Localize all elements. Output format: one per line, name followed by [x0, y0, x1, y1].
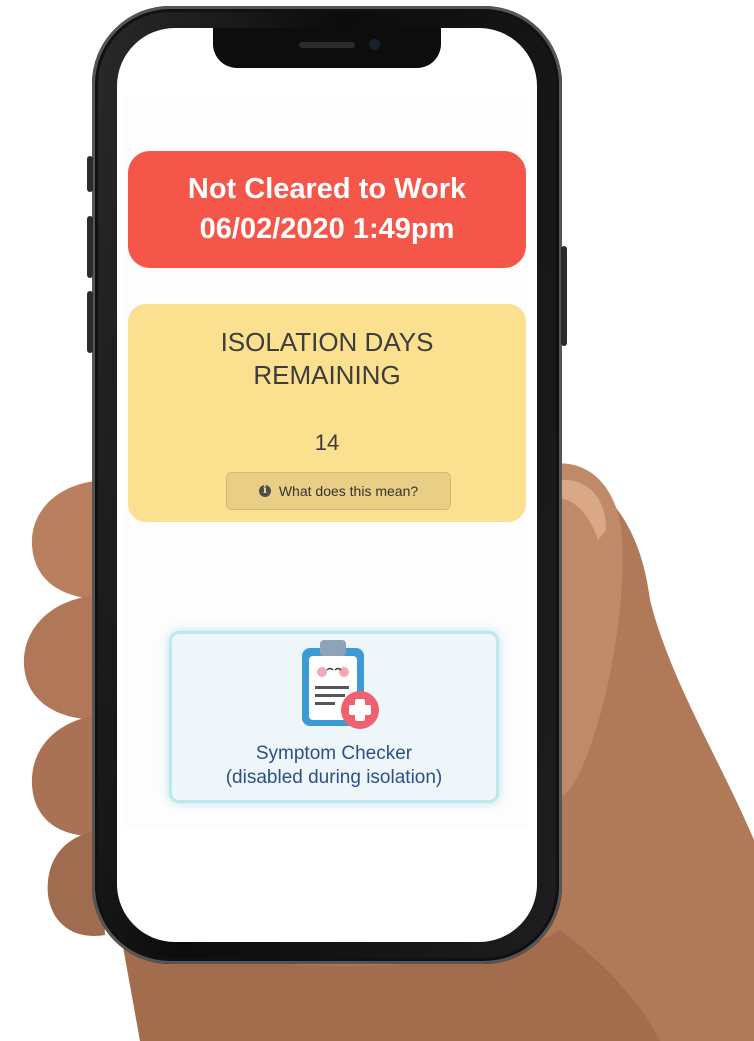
- isolation-days-count: 14: [314, 430, 340, 455]
- work-status-timestamp: 06/02/2020 1:49pm: [199, 213, 455, 245]
- work-status-banner: Not Cleared to Work 06/02/2020 1:49pm: [128, 151, 526, 268]
- isolation-days-card: ISOLATION DAYS REMAINING 14 i What does …: [128, 304, 526, 522]
- front-camera: [369, 39, 380, 50]
- symptom-checker-subtitle: (disabled during isolation): [225, 767, 443, 788]
- info-circle-icon: i: [258, 485, 271, 497]
- mute-switch: [87, 156, 93, 192]
- phone-screen: Not Cleared to Work 06/02/2020 1:49pm IS…: [117, 28, 537, 942]
- isolation-title-line1: ISOLATION DAYS: [220, 327, 434, 357]
- what-does-this-mean-button[interactable]: i What does this mean?: [226, 472, 451, 510]
- speaker-grille: [299, 42, 355, 48]
- work-status-title: Not Cleared to Work: [187, 173, 467, 205]
- symptom-checker-card[interactable]: Symptom Checker (disabled during isolati…: [169, 631, 499, 803]
- symptom-checker-title: Symptom Checker: [255, 743, 413, 764]
- notch: [213, 28, 441, 68]
- clipboard-medical-icon: [302, 640, 379, 729]
- isolation-days-title: ISOLATION DAYS REMAINING: [128, 326, 526, 392]
- app-content: Not Cleared to Work 06/02/2020 1:49pm IS…: [123, 98, 527, 828]
- isolation-title-line2: REMAINING: [253, 360, 401, 390]
- power-button: [561, 246, 567, 346]
- volume-up-button: [87, 216, 93, 278]
- phone-frame: Not Cleared to Work 06/02/2020 1:49pm IS…: [87, 6, 567, 964]
- symptom-checker-label: Symptom Checker (disabled during isolati…: [172, 742, 496, 790]
- volume-down-button: [87, 291, 93, 353]
- info-button-label: What does this mean?: [278, 483, 419, 499]
